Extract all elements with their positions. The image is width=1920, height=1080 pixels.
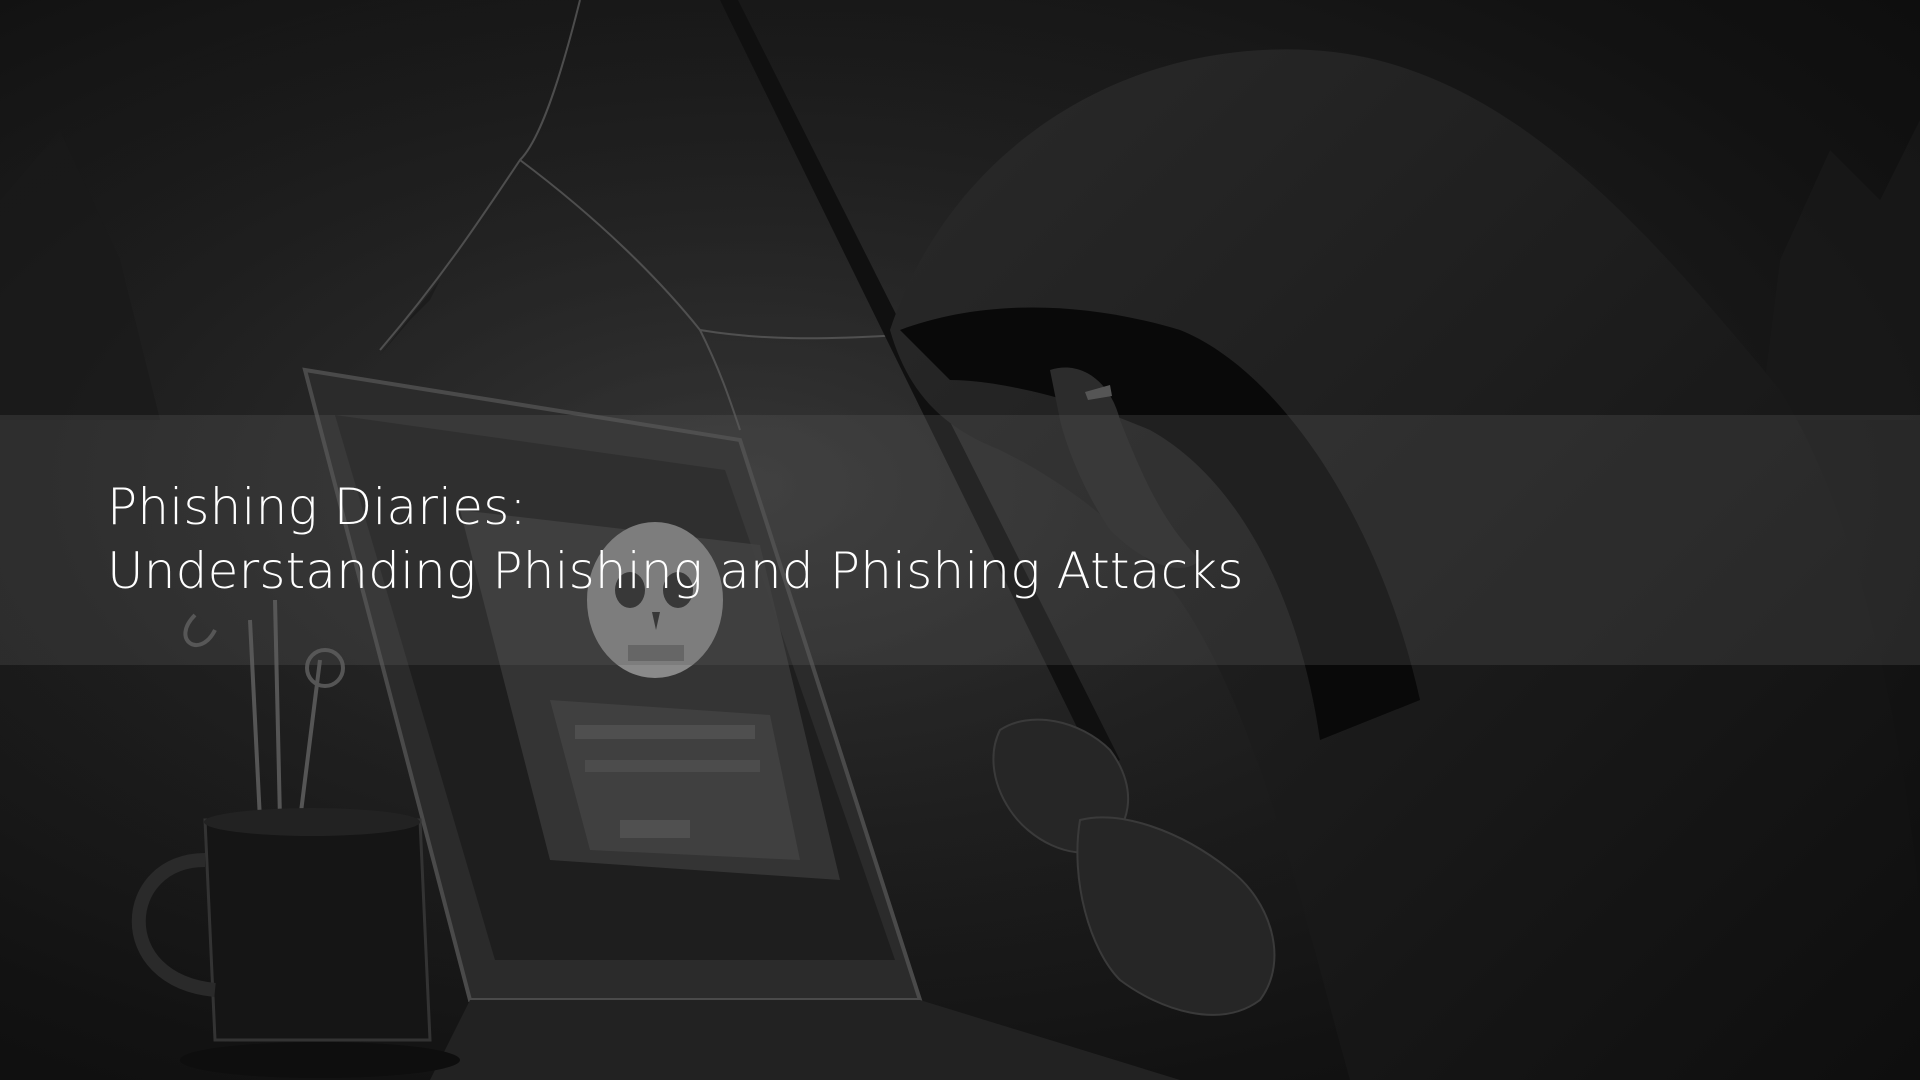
hero-title-line-1: Phishing Diaries: xyxy=(107,478,527,536)
hero-title: Phishing Diaries: Understanding Phishing… xyxy=(107,475,1607,603)
hero-title-line-2: Understanding Phishing and Phishing Atta… xyxy=(107,542,1244,600)
hero-banner: Phishing Diaries: Understanding Phishing… xyxy=(0,0,1920,1080)
